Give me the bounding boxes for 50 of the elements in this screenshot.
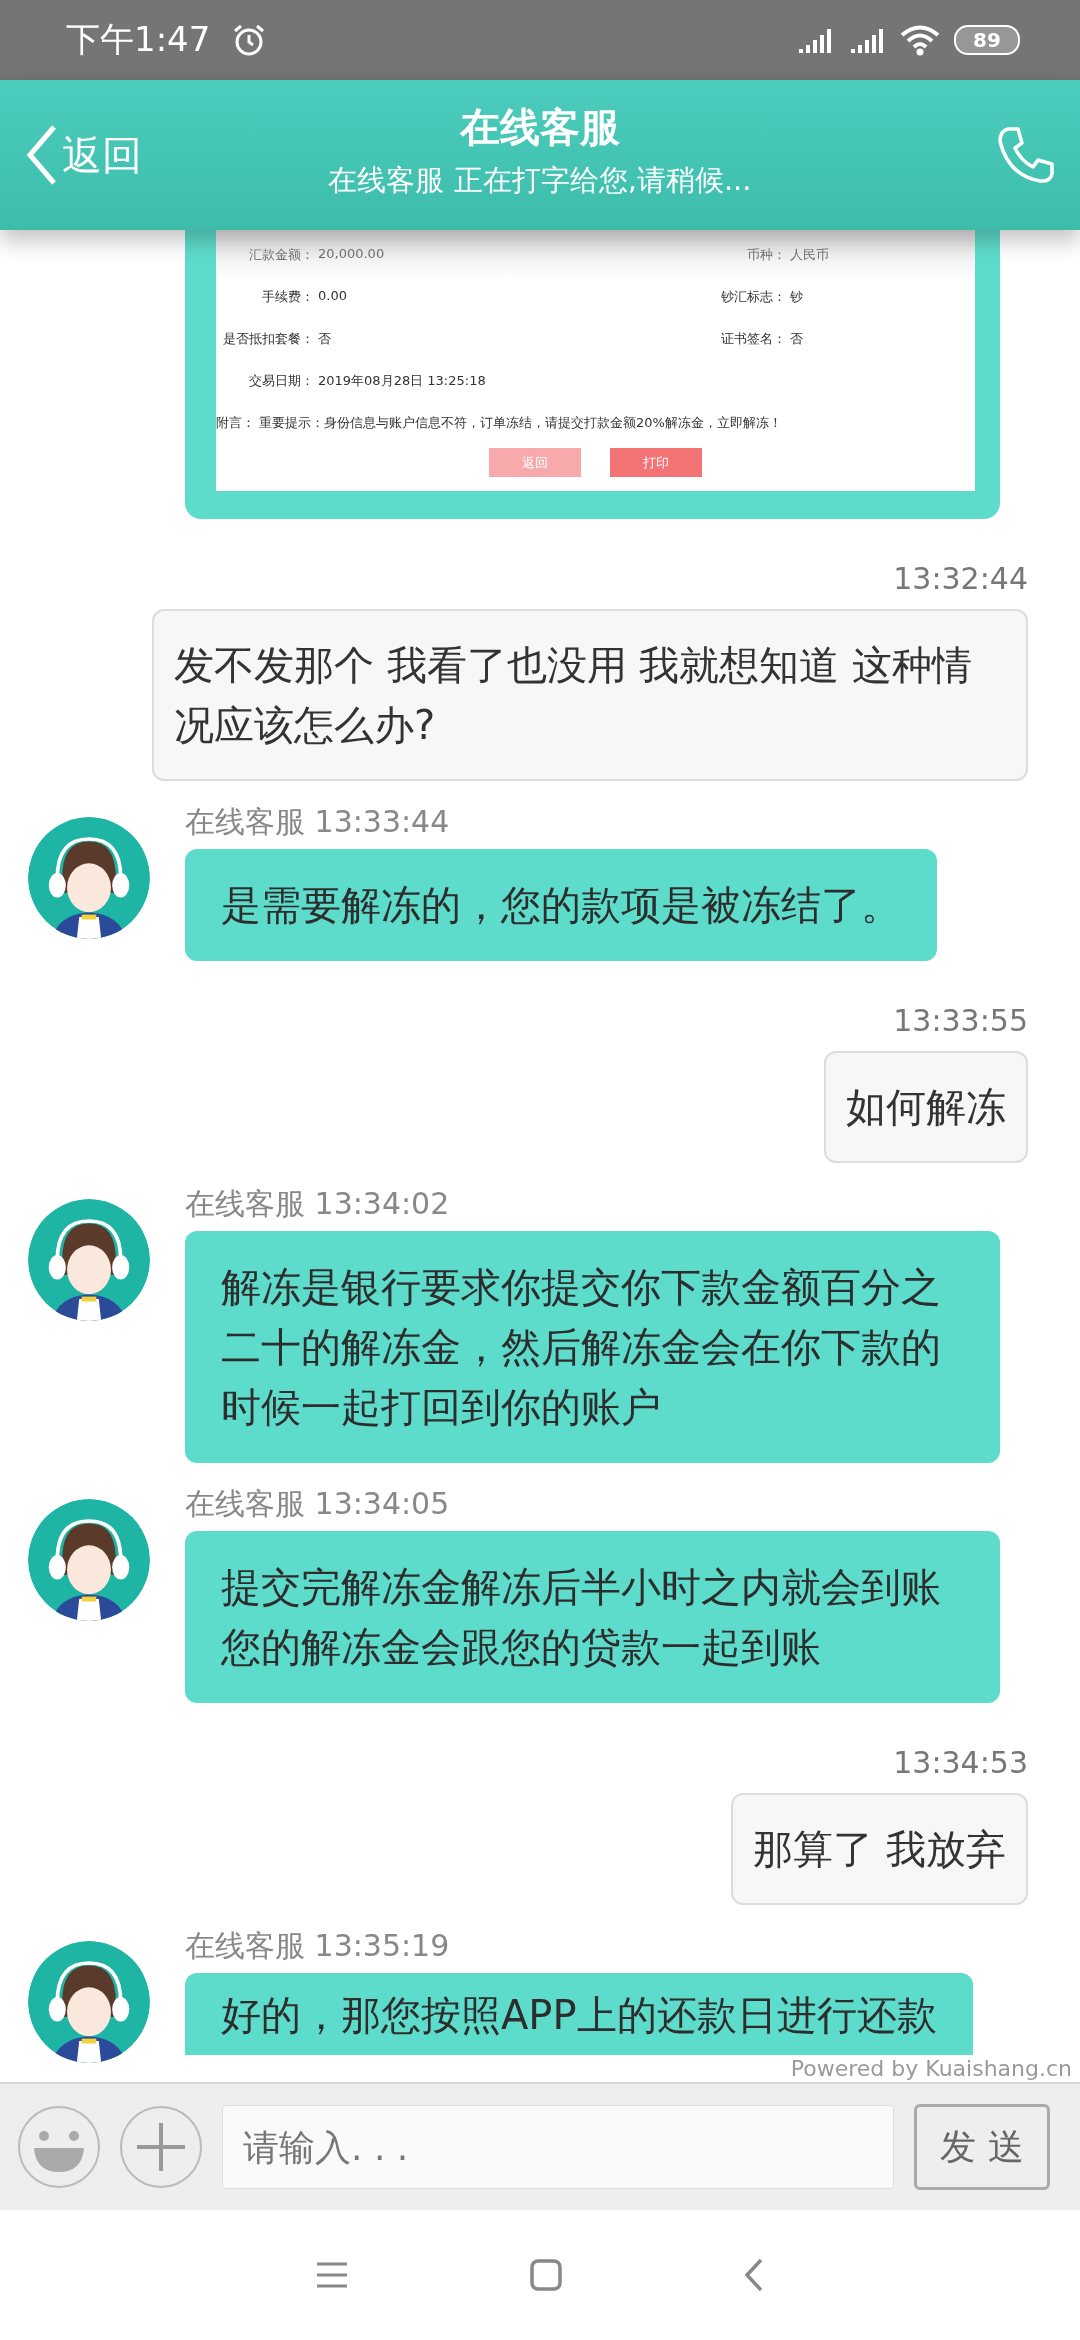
receipt-value: 否 xyxy=(790,330,803,348)
agent-message-bubble: 好的，那您按照APP上的还款日进行还款 xyxy=(185,1973,973,2055)
receipt-value: 0.00 xyxy=(318,288,347,305)
agent-message-bubble: 解冻是银行要求你提交你下款金额百分之二十的解冻金，然后解冻金会在你下款的时候一起打回到你的账户 xyxy=(185,1231,1000,1463)
message-time: 13:32:44 xyxy=(892,560,1028,598)
menu-icon[interactable] xyxy=(315,2260,349,2290)
sender-time-label: 在线客服 13:34:05 xyxy=(185,1485,450,1523)
receipt-value: 20,000.00 xyxy=(318,246,385,263)
avatar-icon xyxy=(28,1499,150,1621)
alarm-icon xyxy=(232,23,267,57)
receipt-label: 钞汇标志： xyxy=(720,288,786,306)
receipt-value: 人民币 xyxy=(790,246,829,264)
chevron-left-icon xyxy=(24,123,58,187)
avatar-icon xyxy=(28,1941,150,2063)
agent-message-bubble: 是需要解冻的，您的款项是被冻结了。 xyxy=(185,849,937,961)
receipt-button[interactable]: 返回 xyxy=(489,448,581,477)
receipt-label: 汇款金额： xyxy=(248,246,314,264)
receipt-value: 2019年08月28日 13:25:18 xyxy=(318,372,486,390)
message-input[interactable]: 请输入. . . xyxy=(222,2105,894,2189)
receipt-label: 手续费： xyxy=(261,288,314,306)
sender-time-label: 在线客服 13:35:19 xyxy=(185,1927,450,1965)
receipt-button[interactable]: 打印 xyxy=(610,448,702,477)
receipt-value: 否 xyxy=(318,330,331,348)
back-icon[interactable] xyxy=(743,2257,765,2293)
receipt-label: 币种： xyxy=(746,246,786,264)
receipt-label: 证书签名： xyxy=(720,330,786,348)
agent-message-bubble: 提交完解冻金解冻后半小时之内就会到账您的解冻金会跟您的贷款一起到账 xyxy=(185,1531,1000,1703)
sender-time-label: 在线客服 13:34:02 xyxy=(185,1185,450,1223)
user-message-bubble: 发不发那个 我看了也没用 我就想知道 这种情况应该怎么办? xyxy=(152,609,1028,781)
user-message-bubble: 如何解冻 xyxy=(824,1051,1028,1163)
receipt-label: 交易日期： xyxy=(248,372,314,390)
message-time: 13:34:53 xyxy=(892,1744,1028,1782)
sender-time-label: 在线客服 13:33:44 xyxy=(185,803,450,841)
status-time: 下午1:47 xyxy=(66,18,211,61)
back-button[interactable]: 返回 xyxy=(24,123,142,187)
chat-title: 在线客服 xyxy=(460,103,620,152)
typing-status: 在线客服 正在打字给您,请稍候... xyxy=(328,162,752,199)
powered-by-label: Powered by Kuaishang.cn xyxy=(790,2057,1072,2081)
receipt-label: 是否抵扣套餐： xyxy=(222,330,314,348)
receipt-value: 重要提示：身份信息与账户信息不符，订单冻结，请提交打款金额20%解冻金，立即解冻！ xyxy=(259,414,782,432)
message-time: 13:33:55 xyxy=(892,1002,1028,1040)
wifi-icon xyxy=(900,24,940,56)
avatar-icon xyxy=(28,1199,150,1321)
avatar-icon xyxy=(28,817,150,939)
send-button[interactable]: 发 送 xyxy=(914,2104,1050,2190)
user-message-bubble: 那算了 我放弃 xyxy=(731,1793,1028,1905)
battery-level: 89 xyxy=(954,25,1020,55)
receipt-label: 附言： xyxy=(216,414,255,432)
receipt-value: 钞 xyxy=(790,288,803,306)
home-icon[interactable] xyxy=(529,2258,563,2292)
